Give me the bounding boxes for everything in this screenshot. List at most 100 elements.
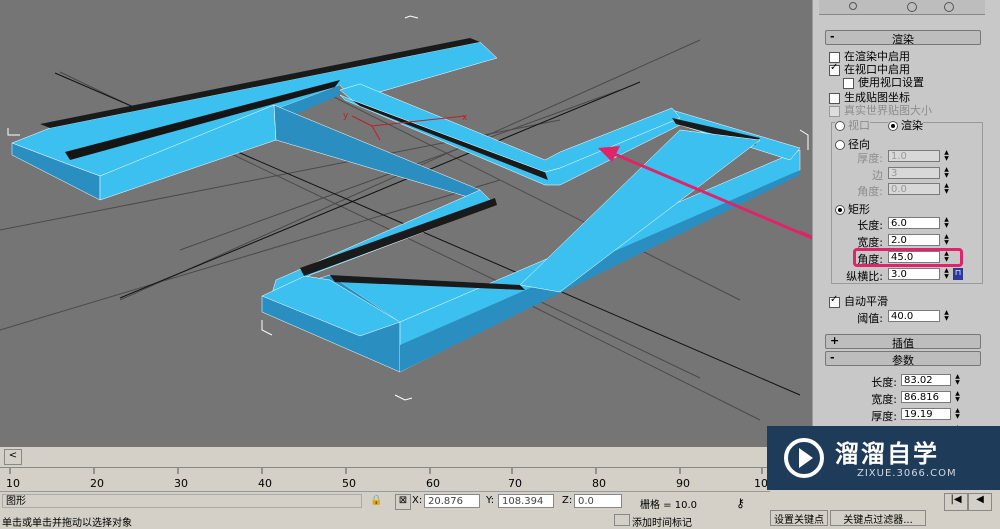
- tick-label: 50: [342, 477, 356, 490]
- label: 真实世界贴图大小: [844, 104, 932, 117]
- time-tag-icon[interactable]: [614, 514, 630, 526]
- param-width-field[interactable]: 86.816: [901, 391, 951, 403]
- prompt-line: 单击或单击并拖动以选择对象: [2, 518, 132, 529]
- key-icon[interactable]: ⚷: [736, 496, 745, 510]
- rollout-interpolation[interactable]: + 插值: [825, 334, 981, 350]
- z-field[interactable]: 0.0: [574, 494, 622, 508]
- angle-highlight-box: [853, 248, 963, 267]
- tick-label: 90: [676, 477, 690, 490]
- x-label: X:: [412, 495, 423, 506]
- radial-angle-spinner[interactable]: ▲ ▼: [943, 183, 950, 195]
- tick-label: 10: [6, 477, 20, 490]
- tick-label: 70: [508, 477, 522, 490]
- panel-icon-c[interactable]: [944, 2, 954, 12]
- checkbox[interactable]: [829, 62, 840, 76]
- renderer-radio-row[interactable]: 渲染: [888, 117, 923, 133]
- watermark-name: 溜溜自学: [835, 440, 939, 468]
- radial-angle-field[interactable]: 0.0: [888, 183, 940, 195]
- add-time-tag-button[interactable]: 添加时间标记: [632, 514, 692, 529]
- threshold-spinner[interactable]: ▲ ▼: [943, 310, 950, 322]
- width-field[interactable]: 2.0: [888, 234, 940, 246]
- label: 自动平滑: [844, 295, 888, 308]
- width-spinner[interactable]: ▲ ▼: [943, 234, 950, 246]
- param-thickness-spinner[interactable]: ▲ ▼: [954, 408, 961, 420]
- threshold-field[interactable]: 40.0: [888, 310, 940, 322]
- thickness-spinner[interactable]: ▲ ▼: [943, 150, 950, 162]
- rollout-parameters[interactable]: - 参数: [825, 351, 981, 367]
- length-spinner[interactable]: ▲ ▼: [943, 217, 950, 229]
- label: 视口: [848, 119, 870, 132]
- extruded-shape[interactable]: [11, 38, 801, 373]
- track-bar[interactable]: [0, 467, 770, 490]
- label: 矩形: [848, 203, 870, 216]
- watermark: 溜溜自学 ZIXUE.3066.COM: [767, 426, 1000, 490]
- use-viewport-settings-row[interactable]: 使用视口设置: [843, 74, 924, 90]
- length-field[interactable]: 6.0: [888, 217, 940, 229]
- sides-label: 边: [872, 169, 883, 182]
- rollout-title: 插值: [892, 337, 914, 350]
- tick-label: 20: [90, 477, 104, 490]
- checkbox[interactable]: [843, 77, 854, 89]
- aspect-field[interactable]: 3.0: [888, 268, 940, 280]
- param-length-spinner[interactable]: ▲ ▼: [954, 374, 961, 386]
- goto-start-button[interactable]: |◀: [944, 493, 968, 511]
- aspect-label: 纵横比:: [846, 270, 883, 283]
- tick-label: 60: [426, 477, 440, 490]
- viewport-scene: y x: [0, 15, 812, 421]
- radio[interactable]: [835, 140, 845, 150]
- param-thickness-label: 厚度:: [871, 410, 897, 423]
- radio[interactable]: [835, 205, 845, 215]
- param-width-spinner[interactable]: ▲ ▼: [954, 391, 961, 403]
- param-length-field[interactable]: 83.02: [901, 374, 951, 386]
- command-panel: - 渲染 在渲染中启用 在视口中启用 使用视口设置 生成贴图坐标 真实世界贴图大…: [812, 0, 1000, 447]
- panel-tab-strip: [819, 0, 985, 15]
- sides-field[interactable]: 3: [888, 167, 940, 179]
- x-field[interactable]: 20.876: [424, 494, 480, 508]
- y-field[interactable]: 108.394: [498, 494, 554, 508]
- checkbox[interactable]: [829, 294, 840, 308]
- real-world-map-size-row[interactable]: 真实世界贴图大小: [829, 102, 932, 118]
- status-bar: 图形 🔒 ⊠ X: 20.876 Y: 108.394 Z: 0.0 栅格 = …: [0, 491, 770, 529]
- absolute-mode-button[interactable]: ⊠: [395, 494, 411, 510]
- lock-selection-icon[interactable]: 🔒: [370, 495, 382, 506]
- rectangular-radio-row[interactable]: 矩形: [835, 201, 870, 217]
- selection-type-field: 图形: [2, 494, 362, 508]
- time-slider-prev-button[interactable]: <: [4, 449, 22, 465]
- panel-icon-a[interactable]: [849, 2, 857, 10]
- panel-icon-b[interactable]: [907, 2, 917, 12]
- y-label: Y:: [486, 495, 495, 506]
- lock-icon[interactable]: ⊓: [953, 268, 963, 280]
- auto-smooth-row[interactable]: 自动平滑: [829, 293, 888, 309]
- thickness-label: 厚度:: [857, 152, 883, 165]
- grid-size-label: 栅格 = 10.0: [640, 500, 698, 511]
- perspective-viewport[interactable]: y x: [0, 0, 812, 447]
- radio[interactable]: [835, 121, 845, 131]
- threshold-label: 阈值:: [857, 312, 883, 325]
- timeline[interactable]: < 10 20 30 40 50 60 70 80 90 100: [0, 447, 775, 491]
- rollout-rendering[interactable]: - 渲染: [825, 30, 981, 46]
- prev-frame-button[interactable]: ◀: [968, 493, 992, 511]
- sides-spinner[interactable]: ▲ ▼: [943, 167, 950, 179]
- param-length-label: 长度:: [871, 376, 897, 389]
- z-label: Z:: [562, 495, 573, 506]
- gizmo-y-label: y: [343, 111, 349, 121]
- tick-label: 80: [592, 477, 606, 490]
- param-width-label: 宽度:: [871, 393, 897, 406]
- play-logo-icon: [784, 438, 824, 478]
- rollout-title: 参数: [892, 354, 914, 367]
- length-label: 长度:: [857, 219, 883, 232]
- aspect-spinner[interactable]: ▲ ▼: [943, 268, 950, 280]
- radio[interactable]: [888, 121, 898, 131]
- rollout-title: 渲染: [892, 33, 914, 46]
- track-ticks: [9, 468, 763, 474]
- tick-label: 40: [258, 477, 272, 490]
- watermark-url: ZIXUE.3066.COM: [857, 468, 957, 479]
- radial-angle-label: 角度:: [857, 185, 883, 198]
- tick-label: 30: [174, 477, 188, 490]
- label: 渲染: [901, 119, 923, 132]
- gizmo-x-label: x: [462, 113, 468, 123]
- viewport-radio-row[interactable]: 视口: [835, 117, 870, 133]
- checkbox[interactable]: [829, 105, 840, 117]
- param-thickness-field[interactable]: 19.19: [901, 408, 951, 420]
- thickness-field[interactable]: 1.0: [888, 150, 940, 162]
